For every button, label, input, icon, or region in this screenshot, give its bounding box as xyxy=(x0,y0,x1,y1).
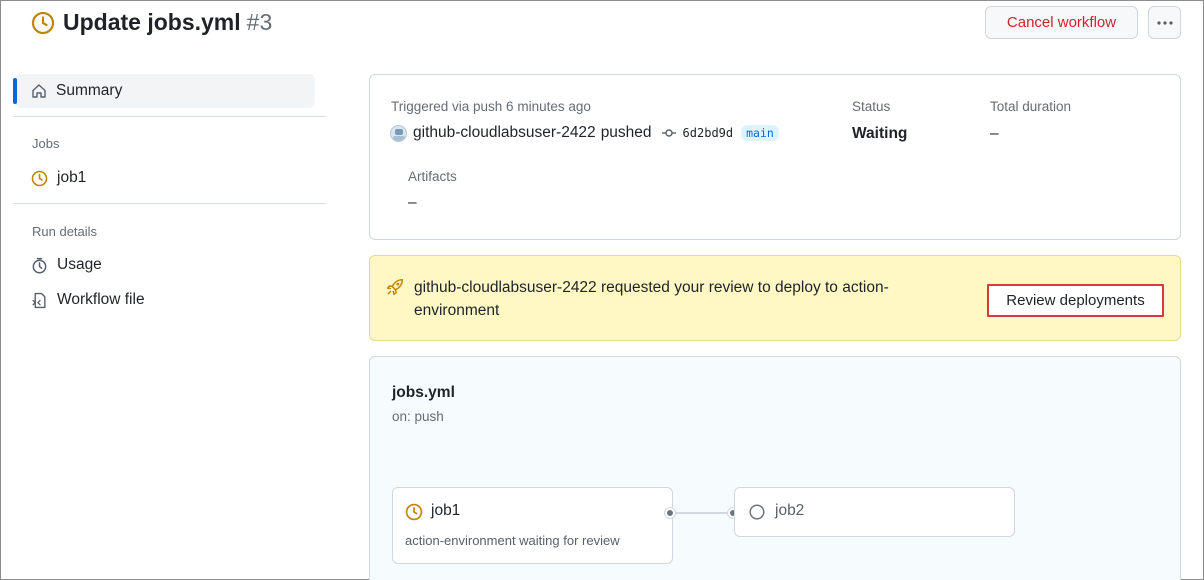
cancel-workflow-button[interactable]: Cancel workflow xyxy=(985,6,1138,39)
job-label: job1 xyxy=(57,169,87,186)
workflow-file-label: Workflow file xyxy=(57,291,145,308)
job-status-text: action-environment waiting for review xyxy=(405,533,620,548)
sidebar-item-summary-label[interactable]: Summary xyxy=(31,82,122,100)
review-message: github-cloudlabsuser-2422 requested your… xyxy=(414,279,889,319)
branch-badge[interactable]: main xyxy=(741,125,779,141)
commit-sha-link[interactable]: 6d2bd9d xyxy=(683,126,734,140)
circle-pending-icon xyxy=(749,504,765,520)
job-connector xyxy=(673,512,734,514)
sidebar-divider xyxy=(13,203,326,204)
git-commit-icon xyxy=(661,129,676,137)
connector-dot xyxy=(665,508,675,518)
rocket-icon xyxy=(386,278,404,296)
duration-value: – xyxy=(990,125,999,142)
more-options-button[interactable] xyxy=(1148,6,1181,39)
sidebar-item-workflow-file[interactable]: Workflow file xyxy=(31,291,145,309)
status-value: Waiting xyxy=(852,125,908,142)
run-details-heading: Run details xyxy=(32,224,98,239)
artifacts-label: Artifacts xyxy=(408,169,457,184)
job-name: job2 xyxy=(775,502,805,519)
actor-link[interactable]: github-cloudlabsuser-2422 xyxy=(413,124,596,142)
clock-icon xyxy=(405,503,423,521)
duration-label: Total duration xyxy=(990,99,1072,114)
avatar xyxy=(390,124,407,142)
jobs-heading: Jobs xyxy=(32,136,60,151)
run-summary-card: Triggered via push 6 minutes ago github-… xyxy=(369,74,1181,240)
job-node-job2[interactable]: job2 xyxy=(734,487,1015,537)
summary-label: Summary xyxy=(56,82,123,99)
clock-icon xyxy=(31,170,48,186)
home-icon xyxy=(32,84,46,98)
file-code-icon xyxy=(32,292,46,308)
job-node-job1[interactable]: job1 action-environment waiting for revi… xyxy=(392,487,673,564)
artifacts-value: – xyxy=(408,194,417,211)
sidebar: Summary Jobs job1 Run details Usage Work… xyxy=(1,1,331,580)
trigger-text: Triggered via push 6 minutes ago xyxy=(391,99,591,114)
review-deployments-button[interactable]: Review deployments xyxy=(987,284,1164,317)
action-text: pushed xyxy=(600,124,652,141)
job-name: job1 xyxy=(431,502,461,519)
kebab-horizontal-icon xyxy=(1157,21,1173,25)
active-indicator xyxy=(13,78,17,104)
status-label: Status xyxy=(852,99,891,114)
usage-label: Usage xyxy=(57,256,102,273)
commit-info: github-cloudlabsuser-2422 pushed 6d2bd9d… xyxy=(390,124,779,142)
stopwatch-icon xyxy=(32,257,47,273)
review-request-banner: github-cloudlabsuser-2422 requested your… xyxy=(369,255,1181,341)
workflow-trigger: on: push xyxy=(392,409,444,424)
workflow-graph: jobs.yml on: push job1 action-environmen… xyxy=(369,356,1181,580)
sidebar-item-usage[interactable]: Usage xyxy=(31,256,102,274)
workflow-name: jobs.yml xyxy=(392,384,455,401)
sidebar-item-job1[interactable]: job1 xyxy=(31,169,86,187)
sidebar-divider xyxy=(13,116,326,117)
